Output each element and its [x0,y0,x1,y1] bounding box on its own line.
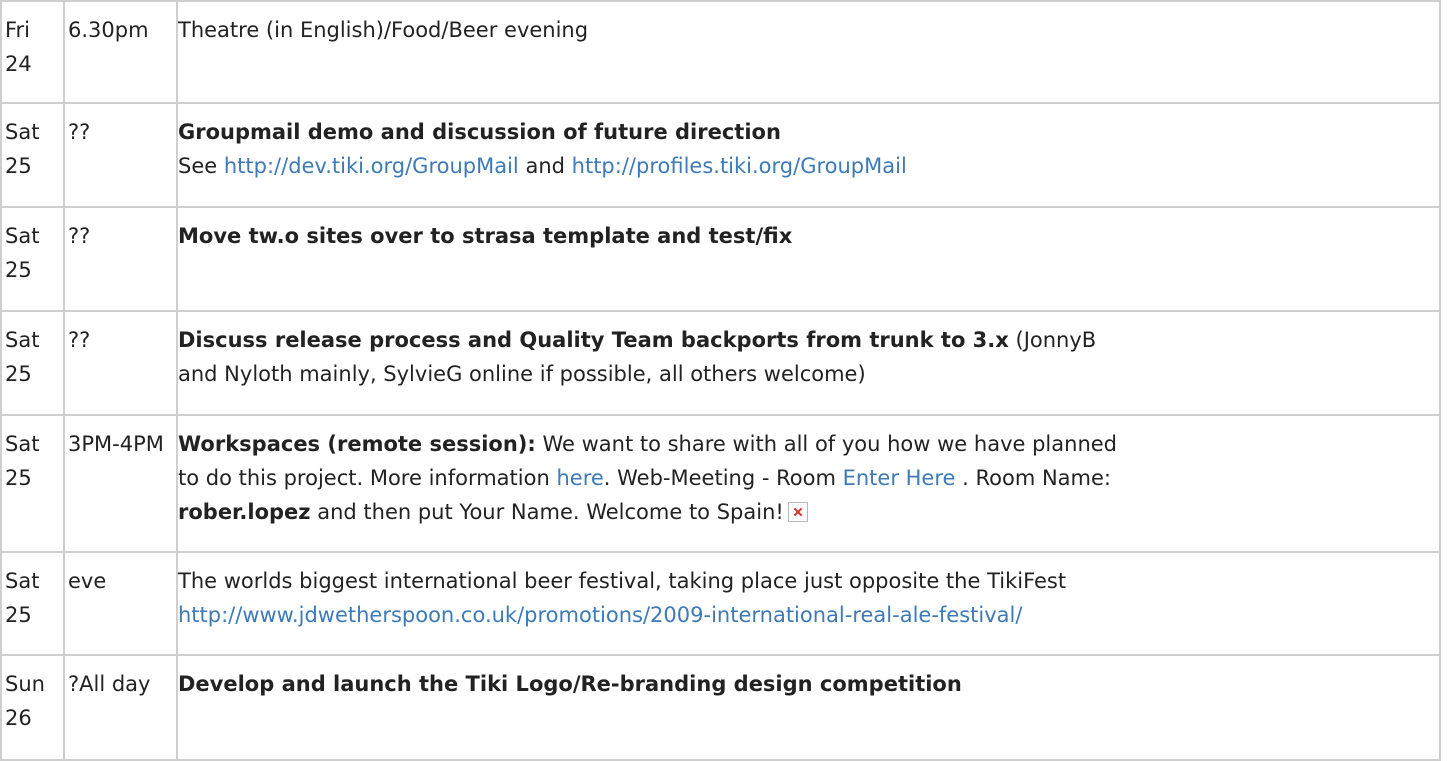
welcome-text: and then put Your Name. Welcome to Spain… [317,500,784,524]
table-row: Fri 24 6.30pm Theatre (in English)/Food/B… [0,0,1441,104]
room-name-label: . Room Name: [962,466,1111,490]
day-cell: Sun 26 [0,654,65,761]
table-row: Sat 25 eve The worlds biggest internation… [0,551,1441,656]
time-cell: eve [63,551,178,656]
day-date: 24 [5,52,32,76]
groupmail-profiles-link[interactable]: http://profiles.tiki.org/GroupMail [572,154,907,178]
schedule-table: Fri 24 6.30pm Theatre (in English)/Food/B… [0,0,1441,761]
and-label: and [525,154,565,178]
day-cell: Sat 25 [0,310,65,416]
description-cell: Groupmail demo and discussion of future … [176,102,1441,208]
day-date: 25 [5,466,32,490]
time-cell: 6.30pm [63,0,178,104]
event-text: Theatre (in English)/Food/Beer evening [178,18,589,42]
groupmail-dev-link[interactable]: http://dev.tiki.org/GroupMail [224,154,519,178]
more-info-link[interactable]: here [556,466,603,490]
event-title: Discuss release process and Quality Team… [178,328,1009,352]
day-name: Sat [5,120,40,144]
time-cell: ?? [63,102,178,208]
description-cell: Move tw.o sites over to strasa template … [176,206,1441,312]
day-date: 25 [5,154,32,178]
time-cell: ?? [63,310,178,416]
day-date: 26 [5,706,32,730]
beer-festival-link[interactable]: http://www.jdwetherspoon.co.uk/promotion… [178,603,1022,627]
day-name: Sat [5,328,40,352]
table-row: Sat 25 3PM-4PM Workspaces (remote session… [0,414,1441,553]
event-title: Workspaces (remote session): [178,432,536,456]
event-note-continued: and Nyloth mainly, SylvieG online if pos… [178,362,866,386]
table-row: Sat 25 ?? Move tw.o sites over to strasa … [0,206,1441,312]
see-label: See [178,154,218,178]
day-name: Sat [5,432,40,456]
event-title: Move tw.o sites over to strasa template … [178,224,793,248]
day-date: 25 [5,362,32,386]
description-cell: Workspaces (remote session): We want to … [176,414,1441,553]
description-cell: The worlds biggest international beer fe… [176,551,1441,656]
event-info-text: to do this project. More information [178,466,550,490]
time-cell: 3PM-4PM [63,414,178,553]
day-cell: Sat 25 [0,102,65,208]
table-row: Sat 25 ?? Discuss release process and Qua… [0,310,1441,416]
table-row: Sat 25 ?? Groupmail demo and discussion o… [0,102,1441,208]
time-cell: ?All day [63,654,178,761]
event-note: (JonnyB [1015,328,1097,352]
day-name: Sat [5,224,40,248]
day-name: Sat [5,569,40,593]
day-cell: Fri 24 [0,0,65,104]
description-cell: Theatre (in English)/Food/Beer evening [176,0,1441,104]
day-cell: Sat 25 [0,414,65,553]
description-cell: Develop and launch the Tiki Logo/Re-bran… [176,654,1441,761]
event-text: The worlds biggest international beer fe… [178,569,1067,593]
enter-room-link[interactable]: Enter Here [843,466,956,490]
day-cell: Sat 25 [0,551,65,656]
broken-image-icon [787,502,808,522]
table-row: Sun 26 ?All day Develop and launch the Ti… [0,654,1441,761]
day-name: Fri [5,18,31,42]
room-name: rober.lopez [178,500,311,524]
time-cell: ?? [63,206,178,312]
event-title: Groupmail demo and discussion of future … [178,120,781,144]
day-name: Sun [5,672,45,696]
day-date: 25 [5,603,32,627]
event-intro: We want to share with all of you how we … [542,432,1118,456]
day-date: 25 [5,258,32,282]
day-cell: Sat 25 [0,206,65,312]
description-cell: Discuss release process and Quality Team… [176,310,1441,416]
web-meeting-text: . Web-Meeting - Room [603,466,836,490]
event-title: Develop and launch the Tiki Logo/Re-bran… [178,672,962,696]
